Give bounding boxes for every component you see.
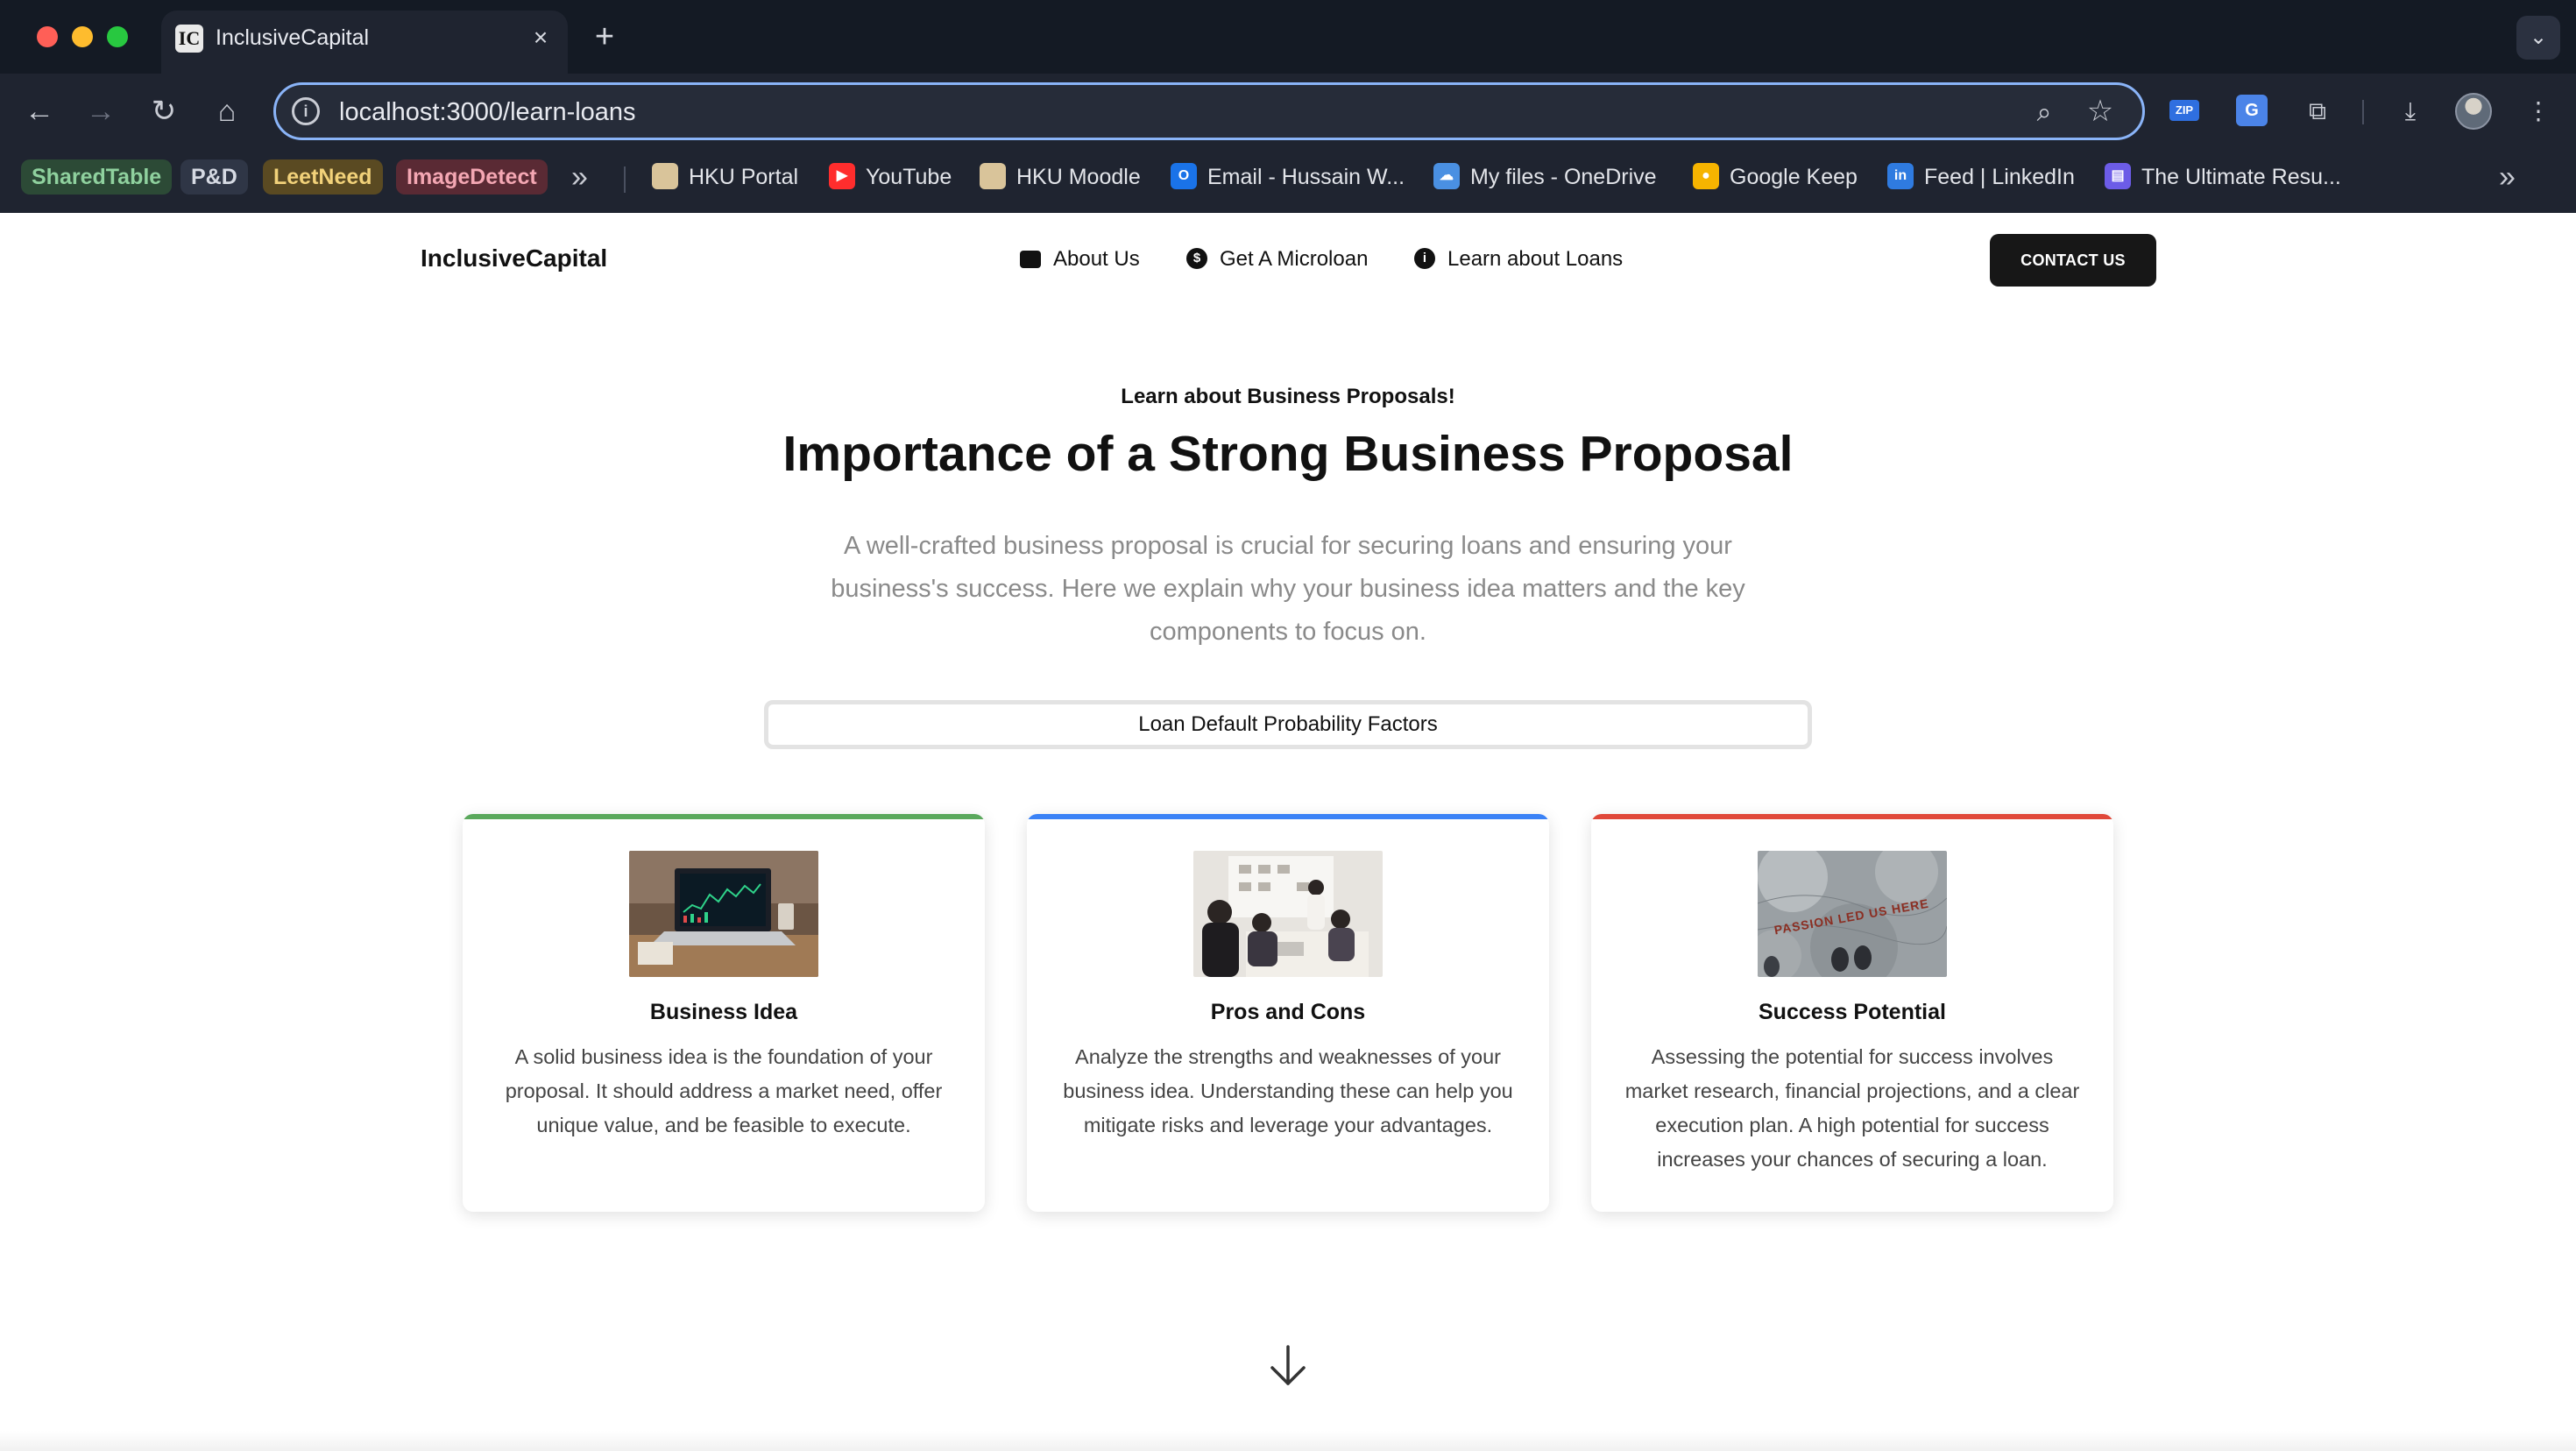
bookmark-star-icon[interactable]: ☆ — [2083, 94, 2118, 129]
hku-portal-icon — [652, 163, 678, 190]
bookmark-label: Feed | LinkedIn — [1924, 165, 2075, 189]
loan-default-factors-button[interactable]: Loan Default Probability Factors — [764, 700, 1812, 749]
bookmark-leetneed[interactable]: LeetNeed — [263, 159, 383, 195]
bookmarks-divider — [624, 166, 626, 193]
browser-tab[interactable]: IC InclusiveCapital × — [161, 11, 568, 74]
back-arrow-icon[interactable]: ← — [18, 89, 61, 133]
contact-us-button[interactable]: CONTACT US — [1990, 234, 2156, 287]
home-icon[interactable]: ⌂ — [205, 89, 249, 133]
forward-arrow-icon[interactable]: → — [79, 89, 123, 133]
passion-led-us-here-image: PASSION LED US HERE — [1758, 851, 1947, 977]
nav-label: About Us — [1053, 247, 1140, 271]
bookmark-email[interactable]: O Email - Hussain W... — [1171, 159, 1405, 195]
more-bookmarks-chevron-icon[interactable]: » — [2499, 159, 2516, 195]
bookmark-hku-moodle[interactable]: HKU Moodle — [980, 159, 1141, 195]
bookmark-pd[interactable]: P&D — [180, 159, 248, 195]
nav-about-us[interactable]: About Us — [1020, 246, 1140, 273]
bookmark-onedrive[interactable]: ☁ My files - OneDrive — [1433, 159, 1657, 195]
bookmark-label: The Ultimate Resu... — [2141, 165, 2341, 189]
nav-label: Get A Microloan — [1220, 247, 1369, 271]
card-accent-bar — [463, 814, 985, 819]
profile-avatar[interactable] — [2455, 93, 2492, 130]
bookmark-label: HKU Moodle — [1016, 165, 1141, 189]
briefcase-icon — [1020, 250, 1041, 268]
team-meeting-image — [1193, 851, 1383, 977]
tab-favicon-icon: IC — [175, 25, 203, 53]
card-accent-bar — [1027, 814, 1549, 819]
tab-close-icon[interactable]: × — [526, 23, 556, 53]
resume-icon: ▤ — [2105, 163, 2131, 190]
google-keep-icon: ● — [1693, 163, 1719, 190]
card-description: A solid business idea is the foundation … — [505, 1045, 943, 1136]
reload-icon[interactable]: ↻ — [142, 89, 186, 133]
dollar-circle-icon: $ — [1186, 247, 1207, 269]
bookmark-label: Google Keep — [1730, 165, 1858, 189]
address-bar[interactable]: i localhost:3000/learn-loans ⌕ ☆ — [273, 82, 2145, 140]
browser-toolbar: ← → ↻ ⌂ i localhost:3000/learn-loans ⌕ ☆… — [0, 74, 2576, 149]
new-tab-button[interactable]: + — [587, 19, 622, 54]
section-divider — [0, 1431, 2576, 1451]
onedrive-icon: ☁ — [1433, 163, 1460, 190]
bookmark-folder-chevron-icon[interactable]: » — [571, 159, 588, 195]
tab-search-chevron-icon[interactable]: ⌄ — [2516, 16, 2560, 60]
hku-moodle-icon — [980, 163, 1006, 190]
bookmark-linkedin[interactable]: in Feed | LinkedIn — [1887, 159, 2075, 195]
laptop-chart-image — [629, 851, 818, 977]
bookmark-label: My files - OneDrive — [1470, 165, 1657, 189]
web-page: InclusiveCapital About Us $ Get A Microlo… — [0, 213, 2576, 1451]
card-description: Analyze the strengths and weaknesses of … — [1063, 1045, 1513, 1136]
outlook-icon: O — [1171, 163, 1197, 190]
downloads-icon[interactable]: ⤓ — [2390, 91, 2431, 131]
bookmark-hku-portal[interactable]: HKU Portal — [652, 159, 798, 195]
bookmarks-bar: SharedTable P&D LeetNeed ImageDetect » H… — [0, 149, 2576, 207]
bookmark-label: HKU Portal — [689, 165, 799, 189]
address-url[interactable]: localhost:3000/learn-loans — [339, 96, 636, 129]
bookmark-youtube[interactable]: ▶ YouTube — [829, 159, 952, 195]
card-description: Assessing the potential for success invo… — [1624, 1045, 2080, 1171]
section-kicker: Learn about Business Proposals! — [1121, 385, 1455, 408]
nav-get-microloan[interactable]: $ Get A Microloan — [1186, 246, 1368, 273]
site-info-icon[interactable]: i — [292, 97, 320, 125]
tab-strip: IC InclusiveCapital × + ⌄ — [0, 0, 2576, 74]
nav-learn-about-loans[interactable]: i Learn about Loans — [1414, 246, 1623, 273]
card-pros-and-cons: Pros and Cons Analyze the strengths and … — [1027, 814, 1549, 1212]
bookmark-ultimate-resume[interactable]: ▤ The Ultimate Resu... — [2105, 159, 2341, 195]
tab-title: InclusiveCapital — [216, 25, 370, 50]
bookmark-imagedetect[interactable]: ImageDetect — [396, 159, 548, 195]
card-success-potential: PASSION LED US HERE Success Potential As… — [1591, 814, 2113, 1212]
scroll-down-arrow-icon[interactable] — [1267, 1343, 1309, 1389]
bookmark-google-keep[interactable]: ● Google Keep — [1693, 159, 1858, 195]
close-window-button[interactable] — [37, 26, 58, 47]
browser-menu-kebab-icon[interactable]: ⋮ — [2518, 91, 2558, 131]
card-business-idea: Business Idea A solid business idea is t… — [463, 814, 985, 1212]
site-header: InclusiveCapital About Us $ Get A Microlo… — [0, 213, 2576, 309]
info-circle-icon: i — [1414, 247, 1435, 269]
extensions-puzzle-icon[interactable]: ⧉ — [2297, 91, 2338, 131]
toolbar-divider — [2362, 100, 2364, 124]
nav-label: Learn about Loans — [1447, 247, 1624, 271]
page-title: Importance of a Strong Business Proposal — [782, 426, 1794, 482]
minimize-window-button[interactable] — [72, 26, 93, 47]
card-title: Business Idea — [649, 1000, 798, 1024]
translate-extension-icon[interactable]: G — [2236, 95, 2268, 126]
intro-paragraph: A well-crafted business proposal is cruc… — [831, 532, 1745, 646]
zip-extension-icon[interactable]: ZIP — [2169, 100, 2199, 121]
zoom-magnifier-icon[interactable]: ⌕ — [2027, 96, 2062, 131]
linkedin-icon: in — [1887, 163, 1914, 190]
card-title: Success Potential — [1759, 1000, 1946, 1024]
bookmark-sharedtable[interactable]: SharedTable — [21, 159, 173, 195]
site-logo[interactable]: InclusiveCapital — [421, 244, 607, 273]
card-accent-bar — [1591, 814, 2113, 819]
card-title: Pros and Cons — [1210, 1000, 1366, 1024]
bookmark-label: YouTube — [866, 165, 952, 189]
youtube-icon: ▶ — [829, 163, 855, 190]
browser-chrome: IC InclusiveCapital × + ⌄ ← → ↻ ⌂ i loca… — [0, 0, 2576, 213]
maximize-window-button[interactable] — [107, 26, 128, 47]
bookmark-label: Email - Hussain W... — [1207, 165, 1405, 189]
